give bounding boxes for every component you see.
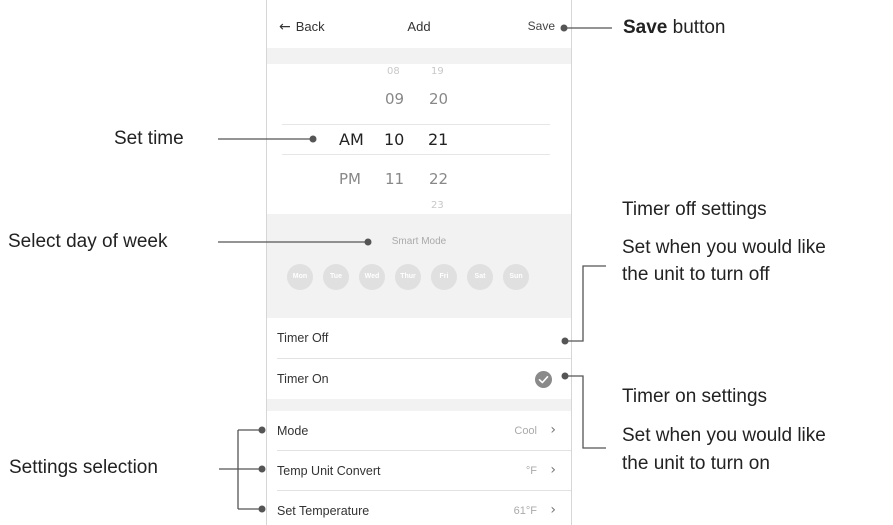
annotation-timer-on-line1: Set when you would like xyxy=(622,425,826,446)
annotation-save-bold: Save xyxy=(623,17,668,38)
annotation-settings-selection: Settings selection xyxy=(9,457,158,478)
annotation-set-time: Set time xyxy=(114,128,184,149)
annotation-timer-on-title: Timer on settings xyxy=(622,386,768,407)
annotation-save: Save button xyxy=(623,17,725,39)
annotation-timer-off-line1: Set when you would like xyxy=(622,237,826,258)
annotation-save-rest: button xyxy=(667,17,726,38)
annotation-select-day: Select day of week xyxy=(8,231,168,252)
annotation-timer-off-line2: the unit to turn off xyxy=(622,264,770,285)
annotation-timer-on-line2: the unit to turn on xyxy=(622,453,770,474)
annotation-timer-off-title: Timer off settings xyxy=(622,199,767,220)
